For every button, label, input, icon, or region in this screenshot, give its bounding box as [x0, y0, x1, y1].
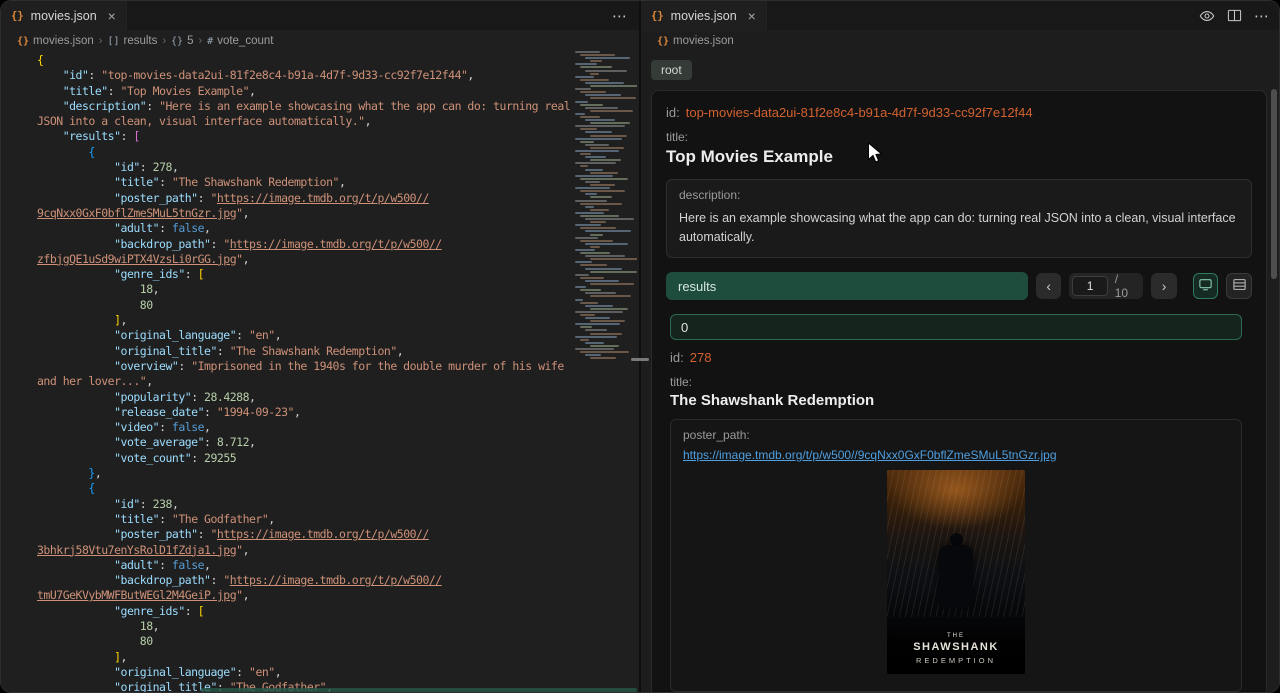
table-view-toggle[interactable]	[1226, 273, 1252, 299]
array-item: 0 id: 278 title: The Shawshank Redemptio…	[670, 314, 1242, 693]
scrollbar-thumb[interactable]	[1271, 89, 1277, 279]
prev-page-button[interactable]: ‹	[1036, 273, 1062, 299]
results-toolbar: results ‹ 1 / 10 ›	[666, 272, 1252, 300]
title-label: title:	[666, 130, 1252, 144]
card-title: Top Movies Example	[666, 147, 1252, 167]
array-item-header[interactable]: 0	[670, 314, 1242, 340]
breadcrumb-separator: ›	[162, 35, 166, 47]
breadcrumb[interactable]: {}movies.json › []results › {}5 › #vote_count	[1, 31, 639, 51]
editor-group-right: {} movies.json × ⋯ {} movies.json root	[641, 1, 1280, 693]
description-panel: description: Here is an example showcasi…	[666, 179, 1252, 258]
id-value: 278	[690, 350, 712, 365]
item-title: The Shawshank Redemption	[670, 392, 1242, 409]
poster-url-link[interactable]: https://image.tmdb.org/t/p/w500//9cqNxx0…	[683, 448, 1229, 462]
breadcrumb-item-vote_count[interactable]: #vote_count	[207, 35, 273, 47]
sash-handle[interactable]	[631, 358, 649, 361]
json-file-icon: {}	[11, 10, 24, 22]
right-tab-bar: {} movies.json × ⋯	[641, 1, 1280, 31]
json-file-icon: {}	[17, 36, 29, 47]
preview-eye-icon[interactable]	[1199, 8, 1215, 24]
page-number-input[interactable]: 1	[1072, 276, 1107, 296]
editor-lines[interactable]: { "id": "top-movies-data2ui-81f2e8c4-b91…	[37, 53, 639, 693]
poster-caption: THE SHAWSHANK REDEMPTION	[887, 633, 1025, 665]
mouse-cursor	[867, 142, 884, 166]
breadcrumb-item-results[interactable]: []results	[107, 35, 157, 47]
breadcrumb-item-movies.json[interactable]: {}movies.json	[17, 35, 94, 47]
more-actions-icon[interactable]: ⋯	[612, 7, 627, 25]
breadcrumb-item-movies-json[interactable]: {} movies.json	[657, 35, 734, 47]
id-label: id:	[666, 105, 680, 120]
symbol-icon: []	[107, 36, 119, 47]
breadcrumb-separator: ›	[99, 35, 103, 47]
symbol-icon: {}	[171, 36, 183, 47]
horizontal-scrollbar[interactable]	[201, 688, 637, 692]
description-label: description:	[679, 188, 1239, 202]
title-label: title:	[670, 375, 1242, 389]
tab-label: movies.json	[671, 9, 737, 23]
tab-movies-json-left[interactable]: {} movies.json ×	[1, 1, 127, 30]
card-view-icon	[1198, 277, 1213, 295]
next-page-button[interactable]: ›	[1151, 273, 1177, 299]
breadcrumb-item-5[interactable]: {}5	[171, 35, 193, 47]
more-actions-icon[interactable]: ⋯	[1254, 7, 1269, 25]
symbol-icon: #	[207, 36, 213, 47]
root-badge[interactable]: root	[651, 60, 692, 80]
tab-label: movies.json	[31, 9, 97, 23]
code-editor[interactable]: { "id": "top-movies-data2ui-81f2e8c4-b91…	[1, 51, 639, 693]
movie-poster-image: THE SHAWSHANK REDEMPTION	[887, 470, 1025, 674]
page-total-label: / 10	[1115, 272, 1135, 300]
table-view-icon	[1232, 277, 1247, 295]
vscode-window: {} movies.json × ⋯ {}movies.json›[]resul…	[0, 0, 1280, 693]
minimap[interactable]	[573, 51, 637, 365]
json-file-icon: {}	[651, 10, 664, 22]
results-section-header[interactable]: results	[666, 272, 1028, 300]
close-tab-icon[interactable]: ×	[108, 9, 116, 23]
card-view-toggle[interactable]	[1193, 273, 1219, 299]
json-file-icon: {}	[657, 36, 669, 47]
json-preview-panel: root id: top-movies-data2ui-81f2e8c4-b91…	[641, 51, 1280, 693]
editor-group-left: {} movies.json × ⋯ {}movies.json›[]resul…	[1, 1, 639, 693]
split-editor-icon[interactable]	[1227, 8, 1242, 23]
json-card: id: top-movies-data2ui-81f2e8c4-b91a-4d7…	[651, 90, 1267, 693]
breadcrumb-separator: ›	[198, 35, 202, 47]
poster-path-label: poster_path:	[683, 428, 1229, 442]
id-value: top-movies-data2ui-81f2e8c4-b91a-4d7f-9d…	[686, 105, 1033, 120]
poster-panel: poster_path: https://image.tmdb.org/t/p/…	[670, 419, 1242, 692]
breadcrumb[interactable]: {} movies.json	[641, 31, 1280, 51]
page-indicator: 1 / 10	[1069, 273, 1143, 299]
description-text: Here is an example showcasing what the a…	[679, 209, 1239, 247]
tab-movies-json-right[interactable]: {} movies.json ×	[641, 1, 767, 30]
close-tab-icon[interactable]: ×	[748, 9, 756, 23]
left-tab-bar: {} movies.json × ⋯	[1, 1, 639, 31]
id-label: id:	[670, 350, 684, 365]
